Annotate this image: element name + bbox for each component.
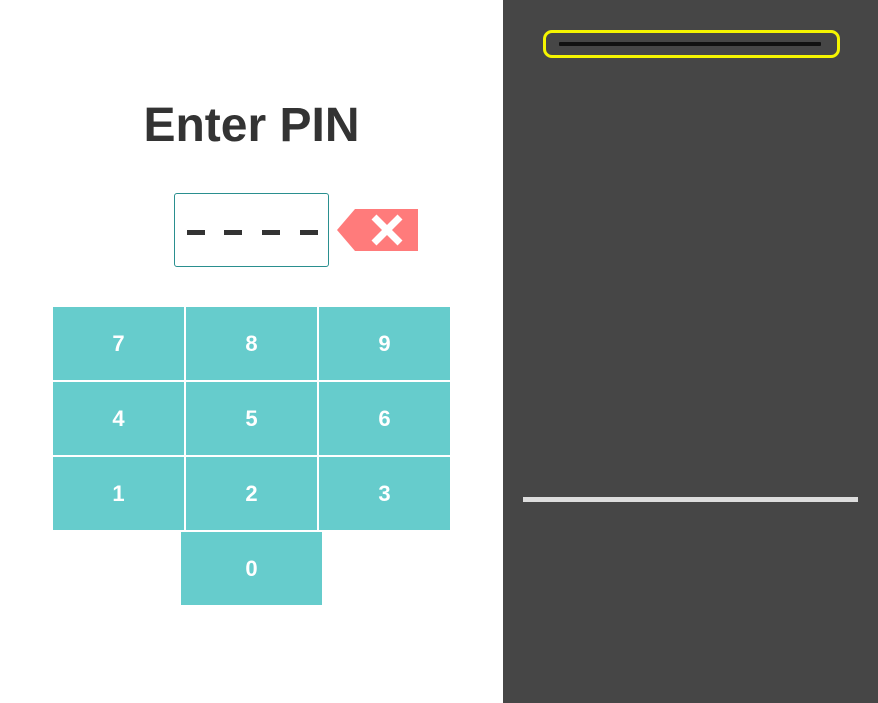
pin-slot (224, 230, 242, 235)
highlighted-bar (559, 42, 821, 46)
pin-slot (300, 230, 318, 235)
key-3[interactable]: 3 (319, 457, 450, 530)
divider-line (523, 497, 858, 502)
pin-slot (262, 230, 280, 235)
pin-display (174, 193, 329, 267)
backspace-button[interactable] (337, 209, 418, 251)
pin-slot (187, 230, 205, 235)
key-9[interactable]: 9 (319, 307, 450, 380)
backspace-x-icon (337, 209, 418, 251)
key-7[interactable]: 7 (53, 307, 184, 380)
key-4[interactable]: 4 (53, 382, 184, 455)
key-6[interactable]: 6 (319, 382, 450, 455)
key-0[interactable]: 0 (181, 532, 322, 605)
key-8[interactable]: 8 (186, 307, 317, 380)
key-1[interactable]: 1 (53, 457, 184, 530)
key-5[interactable]: 5 (186, 382, 317, 455)
side-panel (503, 0, 878, 703)
key-2[interactable]: 2 (186, 457, 317, 530)
pin-entry-panel: Enter PIN 7 8 9 4 5 6 1 2 3 0 (0, 0, 503, 703)
page-title: Enter PIN (143, 99, 360, 152)
highlighted-element (543, 30, 840, 58)
